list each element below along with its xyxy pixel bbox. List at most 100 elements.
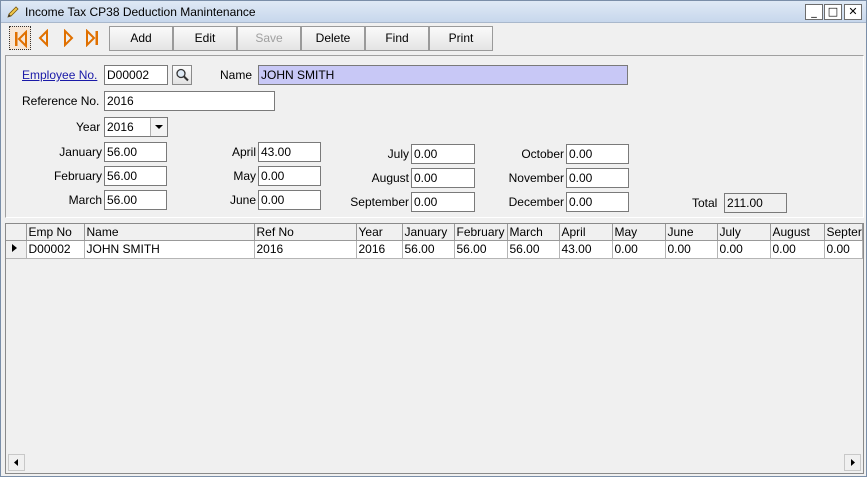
column-header[interactable]: August [770,224,825,241]
table-cell[interactable]: 56.00 [507,240,560,259]
may-field[interactable]: 0.00 [258,166,321,186]
february-field[interactable]: 56.00 [104,166,167,186]
column-header[interactable]: April [559,224,613,241]
september-label: September [350,195,409,209]
print-button[interactable]: Print [429,26,493,51]
year-select-value: 2016 [107,120,134,134]
chevron-left-icon [14,459,18,466]
october-field[interactable]: 0.00 [566,144,629,164]
table-cell[interactable]: 0.00 [717,240,771,259]
name-field[interactable]: JOHN SMITH [258,65,628,85]
scroll-right-button[interactable] [844,454,861,471]
add-button[interactable]: Add [109,26,173,51]
column-header[interactable]: January [402,224,455,241]
column-header[interactable]: Septer [824,224,863,241]
chevron-right-icon [851,459,855,466]
save-button[interactable]: Save [237,26,301,51]
row-pointer-icon [12,243,17,252]
table-cell[interactable]: 2016 [254,240,357,259]
total-label: Total [692,196,718,210]
table-cell[interactable]: 56.00 [454,240,508,259]
next-record-button[interactable] [57,26,79,50]
first-record-icon [15,30,27,48]
column-header[interactable]: Year [356,224,403,241]
column-header[interactable]: June [665,224,718,241]
table-row[interactable]: D00002 JOHN SMITH 2016 2016 56.00 56.00 … [6,240,863,259]
edit-button[interactable]: Edit [173,26,237,51]
june-field[interactable]: 0.00 [258,190,321,210]
column-header[interactable]: February [454,224,508,241]
table-cell[interactable]: 43.00 [559,240,613,259]
close-button[interactable]: ✕ [844,4,862,20]
year-label: Year [76,120,101,134]
minimize-button[interactable]: _ [805,4,823,20]
employee-lookup-button[interactable] [172,65,192,85]
pencil-icon [6,5,20,19]
may-label: May [233,169,256,183]
reference-no-label: Reference No. [22,94,100,108]
app-window: Income Tax CP38 Deduction Manintenance _… [0,0,867,477]
table-cell[interactable]: JOHN SMITH [84,240,255,259]
november-field[interactable]: 0.00 [566,168,629,188]
scroll-left-button[interactable] [8,454,25,471]
year-select[interactable]: 2016 [104,117,168,137]
previous-record-button[interactable] [33,26,55,50]
title-bar: Income Tax CP38 Deduction Manintenance _… [1,1,866,23]
year-dropdown-button[interactable] [150,118,167,136]
table-cell[interactable]: 0.00 [770,240,825,259]
february-label: February [53,169,102,183]
column-header[interactable]: Emp No [26,224,85,241]
last-record-button[interactable] [81,26,103,50]
horizontal-scrollbar[interactable] [8,454,861,471]
chevron-down-icon [155,125,163,129]
march-label: March [68,193,102,207]
find-button[interactable]: Find [365,26,429,51]
records-table: Emp No Name Ref No Year January February… [6,224,863,259]
june-label: June [229,193,256,207]
toolbar: Add Edit Save Delete Find Print [5,26,865,52]
name-label: Name [220,68,253,82]
current-row-indicator [6,240,27,259]
first-record-button[interactable] [9,26,31,50]
table-cell[interactable]: 0.00 [665,240,718,259]
next-record-icon [64,29,74,47]
august-label: August [371,171,409,185]
search-icon [176,68,189,82]
table-cell[interactable]: 0.00 [824,240,863,259]
january-label: January [59,145,102,159]
table-header-row: Emp No Name Ref No Year January February… [6,224,863,241]
december-field[interactable]: 0.00 [566,192,629,212]
reference-no-field[interactable]: 2016 [104,91,275,111]
column-header[interactable]: July [717,224,771,241]
august-field[interactable]: 0.00 [411,168,475,188]
september-field[interactable]: 0.00 [411,192,475,212]
table-cell[interactable]: 0.00 [612,240,666,259]
employee-no-field[interactable]: D00002 [104,65,168,85]
november-label: November [508,171,564,185]
column-header[interactable]: March [507,224,560,241]
previous-record-icon [38,29,48,47]
july-label: July [387,147,409,161]
delete-button[interactable]: Delete [301,26,365,51]
april-field[interactable]: 43.00 [258,142,321,162]
april-label: April [231,145,256,159]
table-cell[interactable]: D00002 [26,240,85,259]
table-cell[interactable]: 56.00 [402,240,455,259]
total-field: 211.00 [724,193,787,213]
january-field[interactable]: 56.00 [104,142,167,162]
last-record-icon [86,29,98,47]
column-header[interactable]: Name [84,224,255,241]
window-title: Income Tax CP38 Deduction Manintenance [25,5,256,19]
december-label: December [508,195,564,209]
employee-no-label[interactable]: Employee No. [22,68,97,82]
row-indicator-header [6,224,27,241]
deduction-grid: Emp No Name Ref No Year January February… [5,223,864,474]
october-label: October [521,147,564,161]
column-header[interactable]: May [612,224,666,241]
july-field[interactable]: 0.00 [411,144,475,164]
march-field[interactable]: 56.00 [104,190,167,210]
table-cell[interactable]: 2016 [356,240,403,259]
column-header[interactable]: Ref No [254,224,357,241]
maximize-button[interactable]: □ [824,4,842,20]
deduction-form: Employee No. D00002 Name JOHN SMITH Refe… [5,55,864,218]
